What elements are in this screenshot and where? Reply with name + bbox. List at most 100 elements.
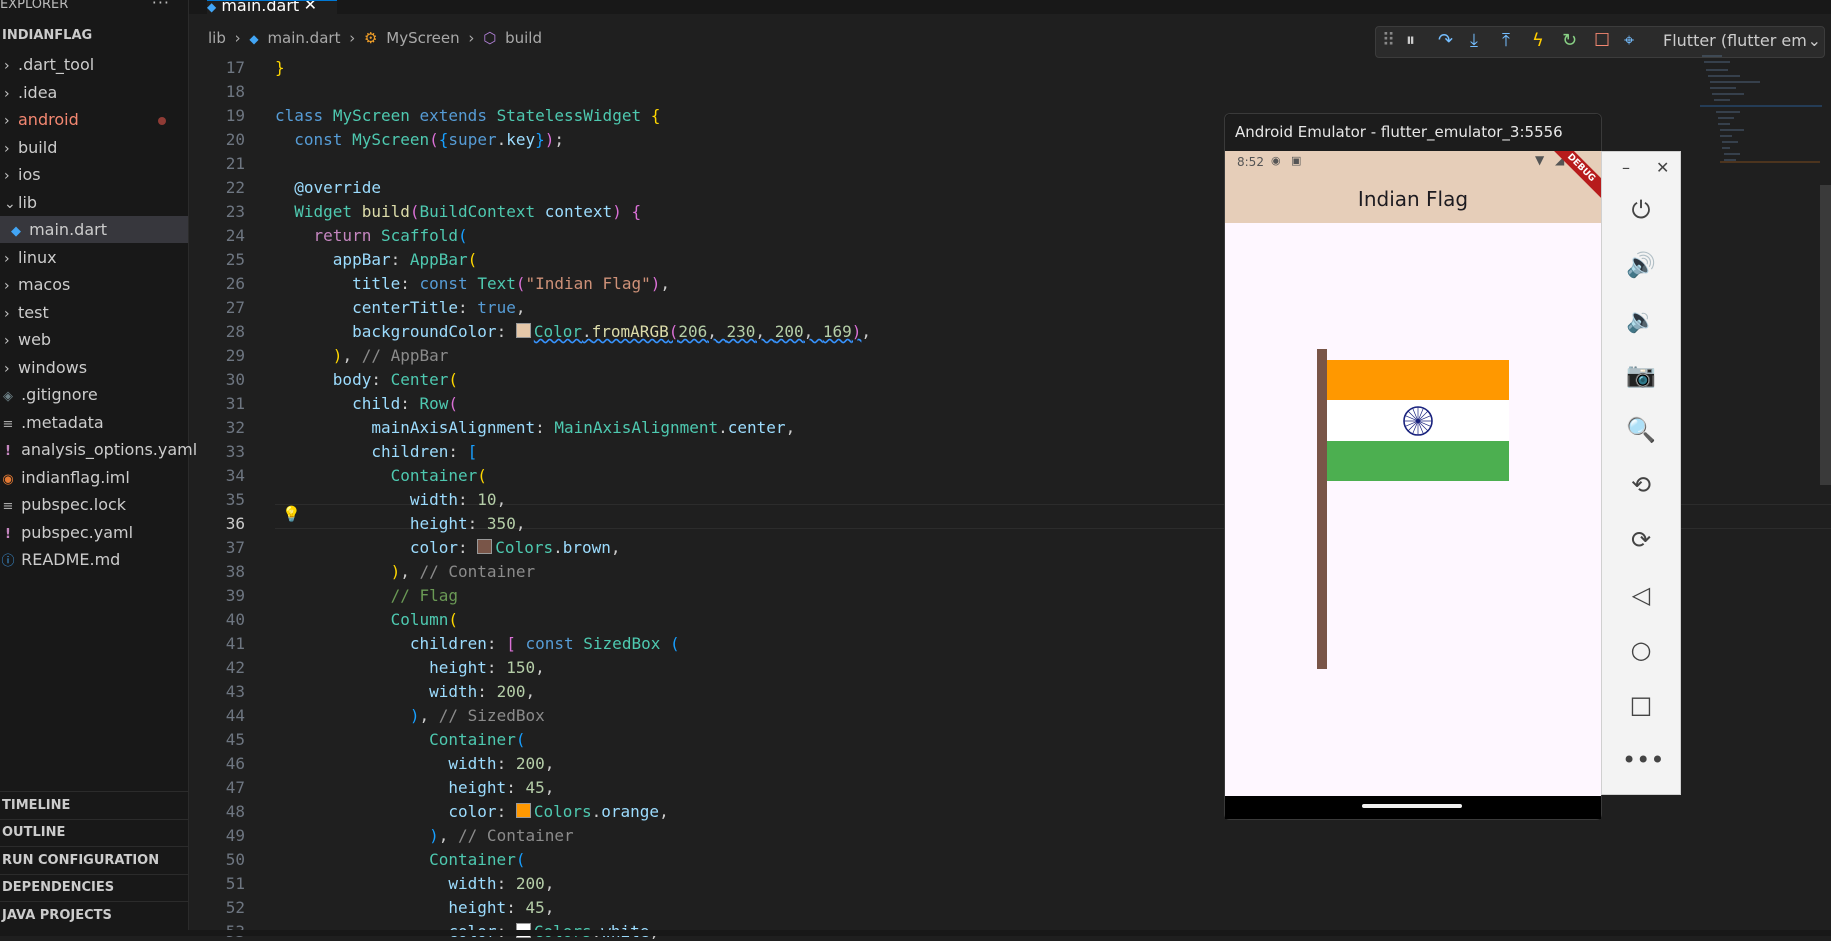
close-icon[interactable]: ✕ [1656, 158, 1669, 177]
tree-item-lib[interactable]: ⌄ lib [0, 189, 188, 216]
section-dependencies[interactable]: DEPENDENCIES [2, 880, 114, 895]
tree-item-windows[interactable]: › windows [0, 354, 188, 381]
tree-item-macos[interactable]: › macos [0, 271, 188, 298]
tree-item-readme[interactable]: ⓘ README.md [0, 546, 188, 573]
code-line: children: [ [371, 442, 478, 461]
tree-item-label: linux [18, 248, 57, 267]
tree-item-web[interactable]: › web [0, 326, 188, 353]
step-over-icon[interactable]: ↷ [1438, 30, 1453, 51]
close-icon[interactable]: ✕ [304, 1, 317, 13]
breadcrumb-method[interactable]: build [505, 29, 542, 47]
line-number: 23 [225, 202, 245, 221]
color-swatch-icon[interactable] [515, 323, 531, 338]
section-timeline[interactable]: TIMELINE [2, 798, 70, 813]
minimap[interactable] [1700, 50, 1822, 200]
color-swatch-icon[interactable] [477, 539, 493, 554]
code-line: mainAxisAlignment: MainAxisAlignment.cen… [371, 418, 796, 437]
code-line: ), // Container [429, 826, 574, 845]
tree-item-dart-tool[interactable]: › .dart_tool [0, 51, 188, 78]
breadcrumb: lib › ◆ main.dart › ⚙ MyScreen › ⬡ build [189, 26, 546, 50]
minimize-icon[interactable]: – [1622, 158, 1630, 177]
breadcrumb-lib[interactable]: lib [208, 29, 226, 47]
volume-down-icon[interactable]: 🔉 [1622, 302, 1660, 338]
tree-item-label: pubspec.yaml [21, 523, 134, 542]
restart-icon[interactable]: ↻ [1562, 30, 1577, 51]
tree-item-ios[interactable]: › ios [0, 161, 188, 188]
tree-item-idea[interactable]: › .idea [0, 79, 188, 106]
status-bar [0, 930, 1831, 936]
chevron-right-icon: › [4, 141, 10, 157]
line-number: 30 [225, 370, 245, 389]
rotate-left-icon[interactable]: ⟲ [1622, 467, 1660, 503]
chevron-right-icon: › [349, 29, 356, 47]
color-swatch-icon[interactable] [515, 803, 531, 818]
tree-item-pubspec-lock[interactable]: ≡ pubspec.lock [0, 491, 188, 518]
step-into-icon[interactable]: ⤓ [1470, 30, 1478, 51]
section-outline[interactable]: OUTLINE [2, 825, 65, 840]
tree-item-linux[interactable]: › linux [0, 244, 188, 271]
yaml-file-icon: ! [5, 527, 11, 542]
tree-item-label: README.md [21, 550, 121, 569]
line-number: 27 [225, 298, 245, 317]
tree-item-label: android [18, 110, 79, 129]
line-number: 36 [225, 514, 245, 533]
code-line: centerTitle: true, [352, 298, 526, 317]
emulator-title-bar[interactable]: Android Emulator - flutter_emulator_3:55… [1225, 114, 1601, 151]
line-number: 49 [225, 826, 245, 845]
line-number: 28 [225, 322, 245, 341]
chevron-right-icon: › [234, 29, 241, 47]
tree-item-analysis-options[interactable]: ! analysis_options.yaml [0, 436, 197, 463]
code-line: backgroundColor: Color.fromARGB(206, 230… [352, 322, 872, 341]
app-bar: Indian Flag [1225, 177, 1601, 223]
chevron-right-icon: › [4, 251, 10, 267]
line-number: 19 [225, 106, 245, 125]
pause-icon[interactable]: ⏸ [1406, 30, 1415, 51]
breadcrumb-class[interactable]: MyScreen [386, 29, 459, 47]
overview-icon[interactable]: □ [1622, 687, 1660, 723]
phone-screen[interactable]: 8:52 ◉ ▣ ▼ ◢ Indian Flag DEBUG [1225, 151, 1601, 796]
git-file-icon: ◈ [3, 389, 13, 404]
back-icon[interactable]: ◁ [1622, 577, 1660, 613]
breadcrumb-file[interactable]: main.dart [267, 29, 340, 47]
section-divider [0, 874, 188, 875]
more-icon[interactable]: ••• [1622, 742, 1664, 778]
tree-item-metadata[interactable]: ≡ .metadata [0, 409, 188, 436]
workspace-folder-title[interactable]: INDIANFLAG [2, 28, 92, 43]
camera-icon[interactable]: 📷 [1622, 357, 1660, 393]
line-number: 42 [225, 658, 245, 677]
section-java-projects[interactable]: JAVA PROJECTS [2, 908, 112, 923]
line-number: 35 [225, 490, 245, 509]
line-number: 18 [225, 82, 245, 101]
stop-icon[interactable]: ☐ [1594, 30, 1610, 51]
tree-item-pubspec-yaml[interactable]: ! pubspec.yaml [0, 519, 188, 546]
tab-main-dart[interactable]: ◆ main.dart ✕ [207, 0, 337, 15]
home-icon[interactable]: ○ [1622, 632, 1660, 668]
tree-item-build[interactable]: › build [0, 134, 188, 161]
line-number: 39 [225, 586, 245, 605]
hot-reload-icon[interactable]: ϟ [1532, 30, 1544, 51]
home-gesture-pill[interactable] [1362, 804, 1462, 808]
step-out-icon[interactable]: ⤒ [1502, 30, 1510, 51]
chevron-right-icon: › [4, 168, 10, 184]
tree-item-main-dart[interactable]: ◆ main.dart [0, 216, 188, 243]
zoom-icon[interactable]: 🔍 [1622, 412, 1660, 448]
section-run-configuration[interactable]: RUN CONFIGURATION [2, 853, 159, 868]
tree-item-test[interactable]: › test [0, 299, 188, 326]
tree-item-label: analysis_options.yaml [21, 440, 198, 459]
more-actions-icon[interactable]: ··· [152, 0, 170, 11]
flag-green-stripe [1327, 441, 1509, 481]
volume-up-icon[interactable]: 🔊 [1622, 247, 1660, 283]
tree-item-iml[interactable]: ◉ indianflag.iml [0, 464, 188, 491]
editor-scrollbar-thumb[interactable] [1820, 185, 1831, 485]
explorer-sidebar: EXPLORER ··· INDIANFLAG › .dart_tool › .id… [0, 0, 197, 936]
tree-item-label: test [18, 303, 49, 322]
code-line: @override [294, 178, 381, 197]
power-icon[interactable]: ⏻ [1622, 192, 1660, 228]
tree-item-gitignore[interactable]: ◈ .gitignore [0, 381, 188, 408]
code-line: body: Center( [332, 370, 459, 389]
tree-item-android[interactable]: › android [0, 106, 188, 133]
drag-handle-icon[interactable]: ⠿ [1382, 30, 1395, 51]
devtools-icon[interactable]: ⌖ [1624, 30, 1634, 51]
rotate-right-icon[interactable]: ⟳ [1622, 522, 1660, 558]
line-number: 21 [225, 154, 245, 173]
